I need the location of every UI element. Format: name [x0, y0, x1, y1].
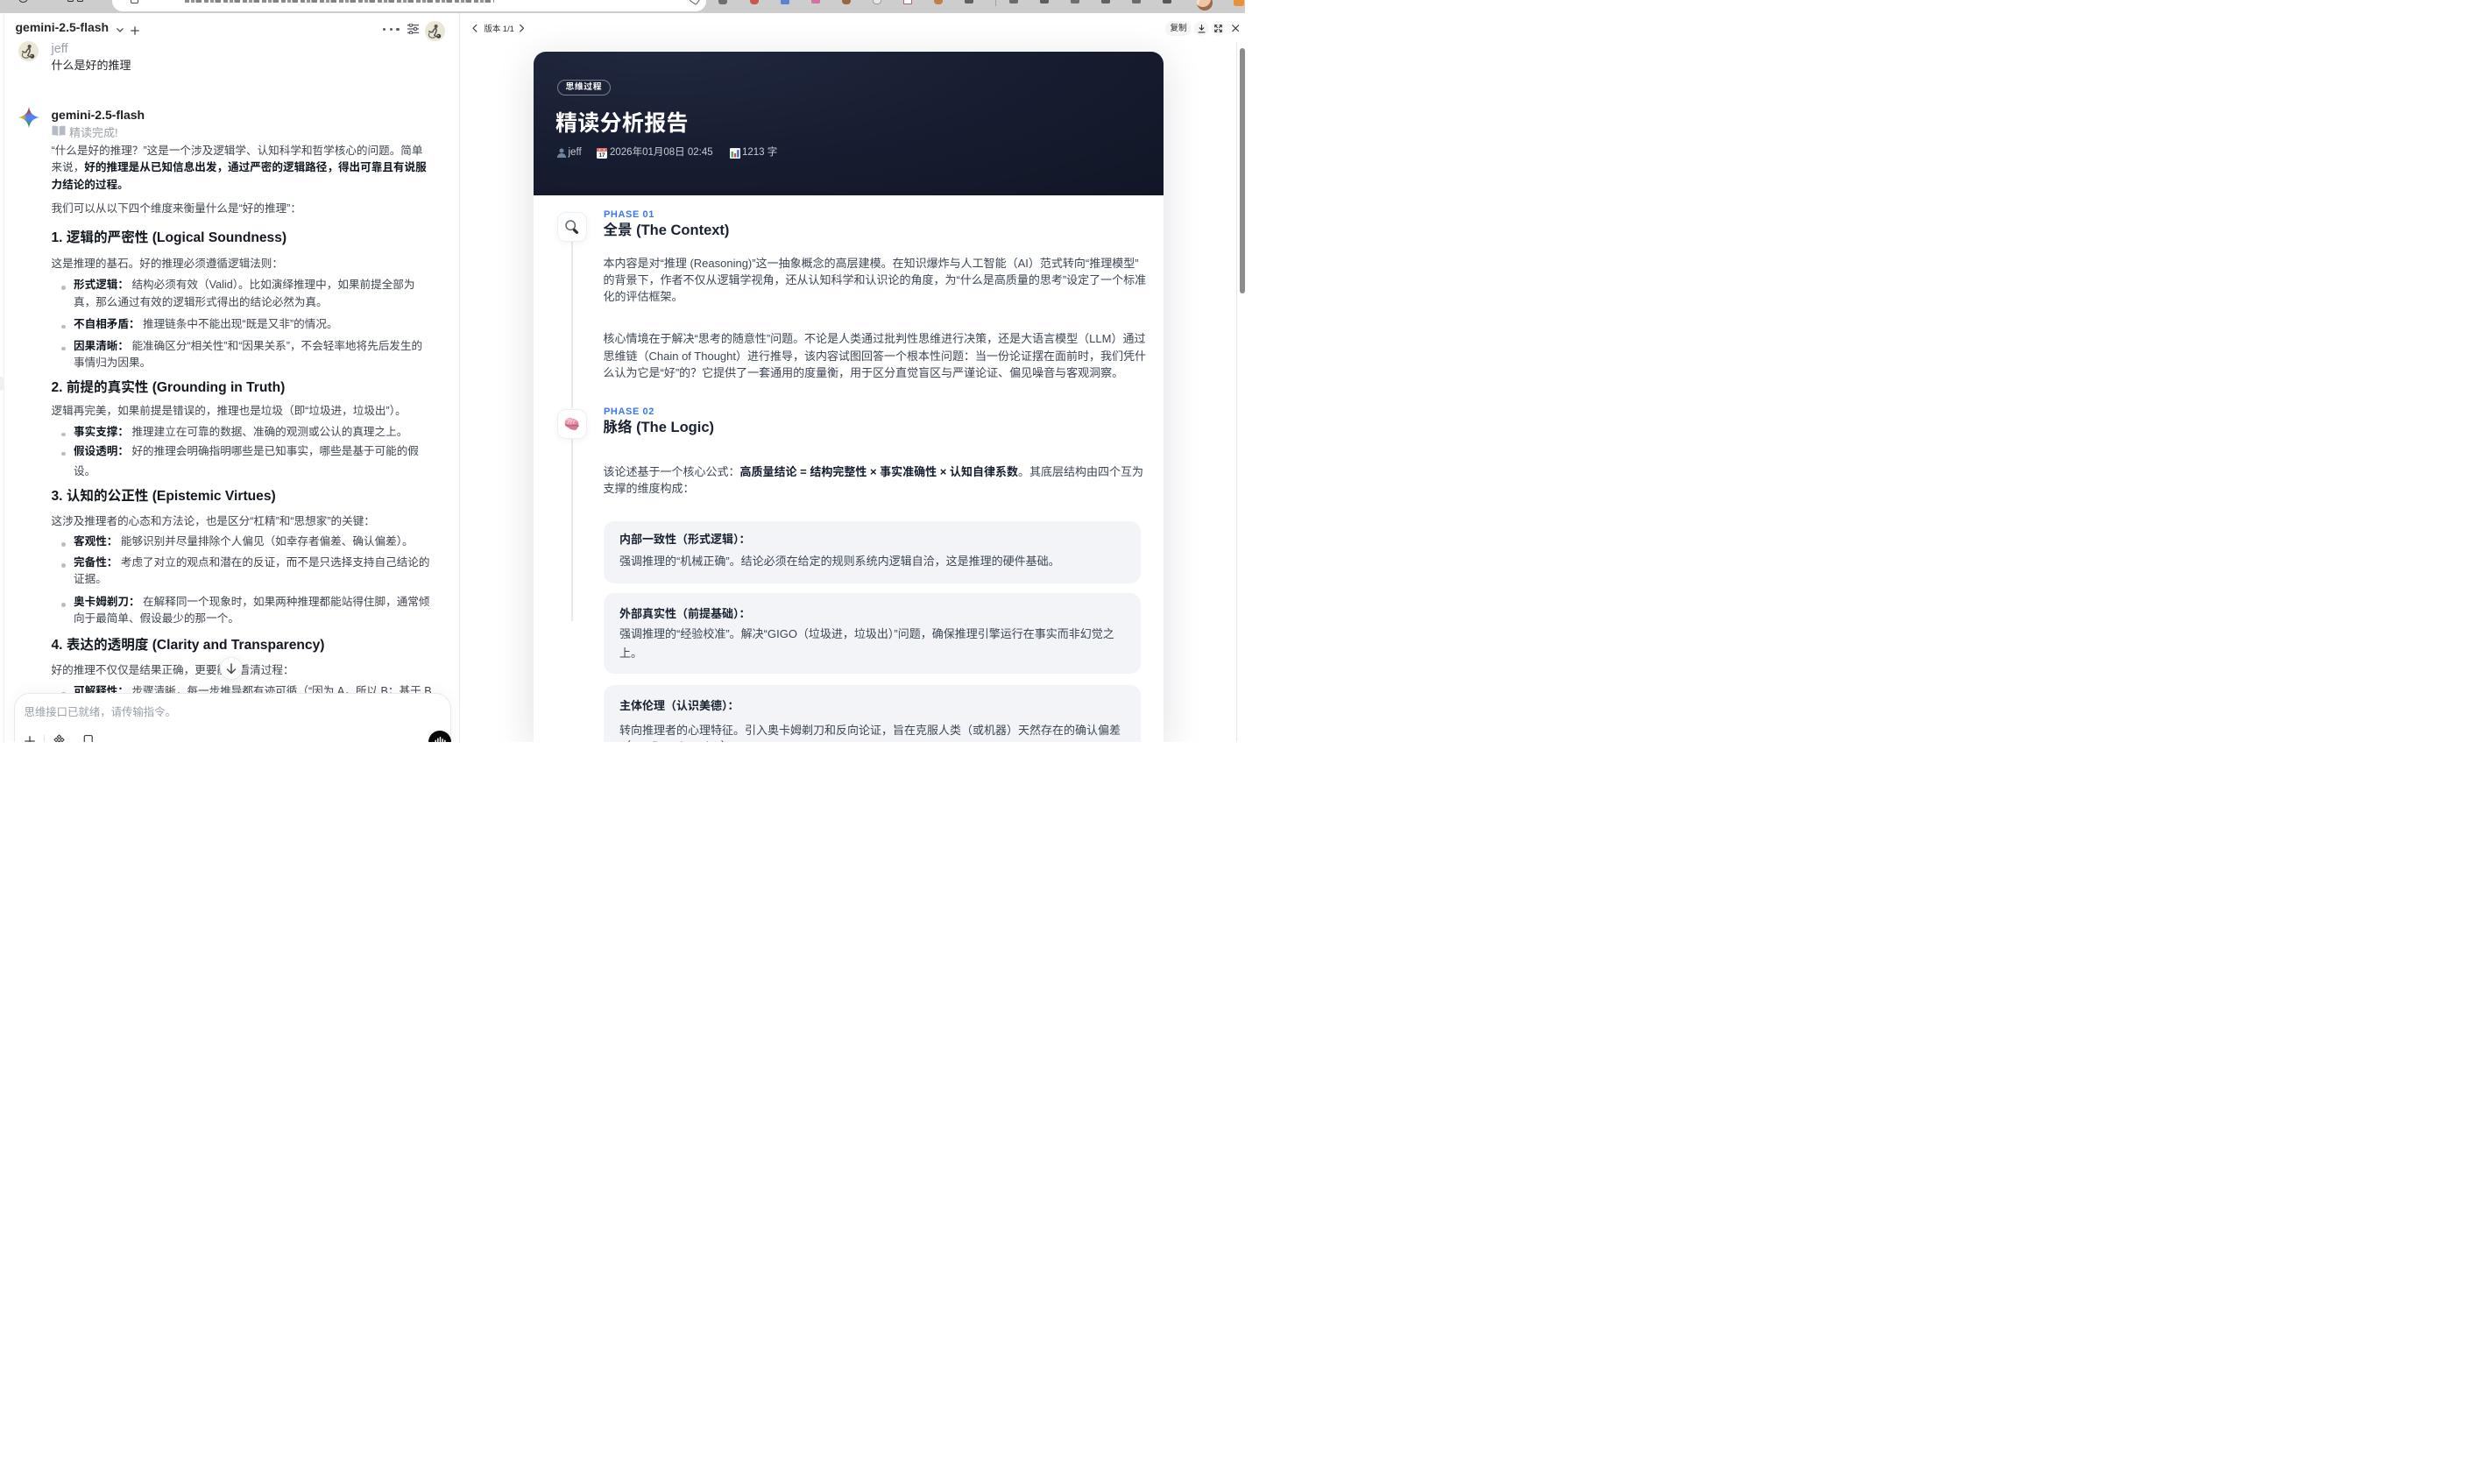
svg-text:17: 17 — [598, 152, 605, 159]
